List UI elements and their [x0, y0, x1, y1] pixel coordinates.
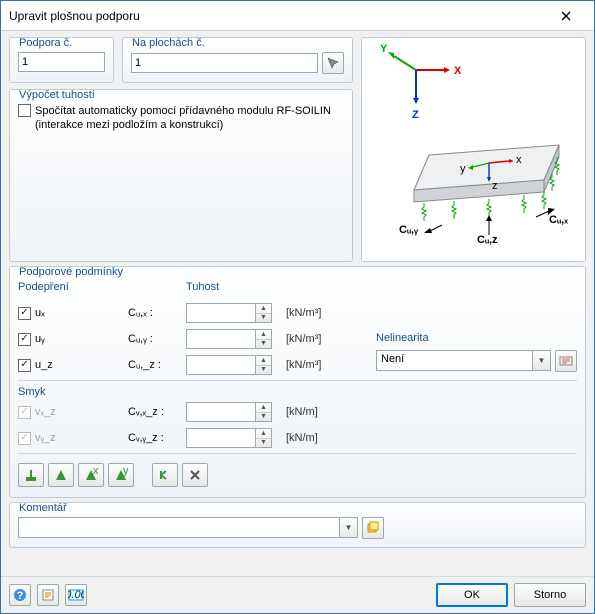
komentar-combo[interactable]: ▼: [18, 517, 358, 538]
preset-2-button[interactable]: [48, 463, 74, 487]
cuz-unit: [kN/m³]: [286, 359, 356, 371]
ux-label: uₓ: [35, 307, 45, 319]
group-komentar: Komentář ▼: [9, 502, 586, 548]
svg-text:Cᵤ,z: Cᵤ,z: [477, 234, 498, 246]
cuy-unit: [kN/m³]: [286, 333, 356, 345]
separator: [18, 380, 577, 381]
dialog-window: Upravit plošnou podporu Podpora č. Na pl…: [0, 0, 595, 614]
svg-text:X: X: [454, 65, 462, 77]
pick-surfaces-button[interactable]: [322, 52, 344, 74]
illustration: X Y Z x: [361, 37, 586, 262]
smyk-label: Smyk: [18, 386, 577, 398]
row-uz[interactable]: u_z: [18, 359, 128, 372]
close-button[interactable]: [546, 2, 586, 30]
row-ux[interactable]: uₓ: [18, 307, 128, 320]
vxz-checkbox[interactable]: [18, 406, 31, 419]
titlebar: Upravit plošnou podporu: [1, 1, 594, 31]
cvxz-input[interactable]: ▲▼: [186, 402, 286, 422]
nelinearita-value: Není: [376, 350, 533, 371]
svg-text:Cᵤ,ₓ: Cᵤ,ₓ: [549, 214, 569, 226]
col-tuhost: Tuhost: [186, 281, 577, 293]
notes-button[interactable]: [37, 584, 59, 606]
tuhosti-legend: Výpočet tuhostí: [17, 89, 97, 101]
vyz-label: vᵧ_z: [35, 432, 56, 444]
komentar-value: [18, 517, 340, 538]
auto-rfsoilin-checkbox[interactable]: [18, 104, 31, 117]
uz-checkbox[interactable]: [18, 359, 31, 372]
uy-checkbox[interactable]: [18, 333, 31, 346]
spin-down-icon[interactable]: ▼: [256, 314, 271, 323]
auto-rfsoilin-label: Spočítat automaticky pomocí přídavného m…: [35, 104, 335, 133]
chevron-down-icon[interactable]: ▼: [340, 517, 358, 538]
cux-label: Cᵤ,ₓ :: [128, 307, 186, 319]
ok-button[interactable]: OK: [436, 583, 508, 607]
vyz-checkbox[interactable]: [18, 432, 31, 445]
footer: ? 0.00 OK Storno: [1, 576, 594, 613]
uy-label: uᵧ: [35, 333, 45, 345]
preset-1-button[interactable]: [18, 463, 44, 487]
group-podpora: Podpora č.: [9, 37, 114, 83]
nelinearita-details-button[interactable]: [555, 350, 577, 372]
auto-rfsoilin-field[interactable]: Spočítat automaticky pomocí přídavného m…: [18, 104, 344, 133]
client-area: Podpora č. Na plochách č. Výpočet tuhost…: [1, 31, 594, 576]
komentar-library-button[interactable]: [362, 517, 384, 539]
svg-text:0.00: 0.00: [68, 589, 84, 601]
podpora-legend: Podpora č.: [17, 37, 74, 49]
uz-label: u_z: [35, 359, 53, 371]
cvyz-input[interactable]: ▲▼: [186, 428, 286, 448]
nelinearita-combo[interactable]: Není ▼: [376, 350, 551, 371]
svg-text:Z: Z: [412, 109, 419, 121]
svg-text:y: y: [123, 468, 128, 477]
row-uy[interactable]: uᵧ: [18, 333, 128, 346]
podminky-legend: Podporové podmínky: [17, 266, 125, 278]
podpora-input[interactable]: [18, 52, 105, 72]
window-title: Upravit plošnou podporu: [9, 9, 546, 23]
svg-text:x: x: [93, 468, 98, 477]
help-button[interactable]: ?: [9, 584, 31, 606]
cux-input[interactable]: ▲▼: [186, 303, 286, 323]
cvxz-label: Cᵥ,ₓ_z :: [128, 406, 186, 418]
group-plochy: Na plochách č.: [122, 37, 353, 83]
svg-text:Y: Y: [380, 43, 388, 55]
row-vyz[interactable]: vᵧ_z: [18, 432, 128, 445]
preset-3-button[interactable]: x: [78, 463, 104, 487]
vxz-label: vₓ_z: [35, 406, 56, 418]
group-podminky: Podporové podmínky Podepření Tuhost uₓ C…: [9, 266, 586, 498]
units-button[interactable]: 0.00: [65, 584, 87, 606]
clear-button[interactable]: [182, 463, 208, 487]
preset-4-button[interactable]: y: [108, 463, 134, 487]
svg-text:?: ?: [17, 590, 24, 602]
cuz-input[interactable]: ▲▼: [186, 355, 286, 375]
cux-unit: [kN/m³]: [286, 307, 356, 319]
spin-up-icon[interactable]: ▲: [256, 304, 271, 314]
komentar-legend: Komentář: [17, 502, 69, 514]
nelinearita-label: Nelinearita: [376, 332, 577, 344]
svg-text:z: z: [492, 180, 498, 192]
plochy-legend: Na plochách č.: [130, 37, 207, 49]
cvyz-unit: [kN/m]: [286, 432, 356, 444]
flip-button[interactable]: [152, 463, 178, 487]
cuz-label: Cᵤ,_z :: [128, 359, 186, 371]
col-podepreni: Podepření: [18, 281, 128, 293]
cvxz-unit: [kN/m]: [286, 406, 356, 418]
separator-2: [18, 453, 577, 454]
top-row: Podpora č. Na plochách č. Výpočet tuhost…: [9, 37, 586, 262]
svg-text:y: y: [460, 163, 466, 175]
support-toolbar: x y: [18, 459, 577, 491]
plochy-input[interactable]: [131, 53, 318, 73]
cuy-input[interactable]: ▲▼: [186, 329, 286, 349]
row-vxz[interactable]: vₓ_z: [18, 406, 128, 419]
group-tuhosti: Výpočet tuhostí Spočítat automaticky pom…: [9, 89, 353, 262]
cuy-label: Cᵤ,ᵧ :: [128, 333, 186, 345]
svg-text:x: x: [516, 154, 522, 166]
ux-checkbox[interactable]: [18, 307, 31, 320]
svg-text:Cᵤ,ᵧ: Cᵤ,ᵧ: [399, 224, 419, 236]
cvyz-label: Cᵥ,ᵧ_z :: [128, 432, 186, 444]
chevron-down-icon[interactable]: ▼: [533, 350, 551, 371]
storno-button[interactable]: Storno: [514, 583, 586, 607]
